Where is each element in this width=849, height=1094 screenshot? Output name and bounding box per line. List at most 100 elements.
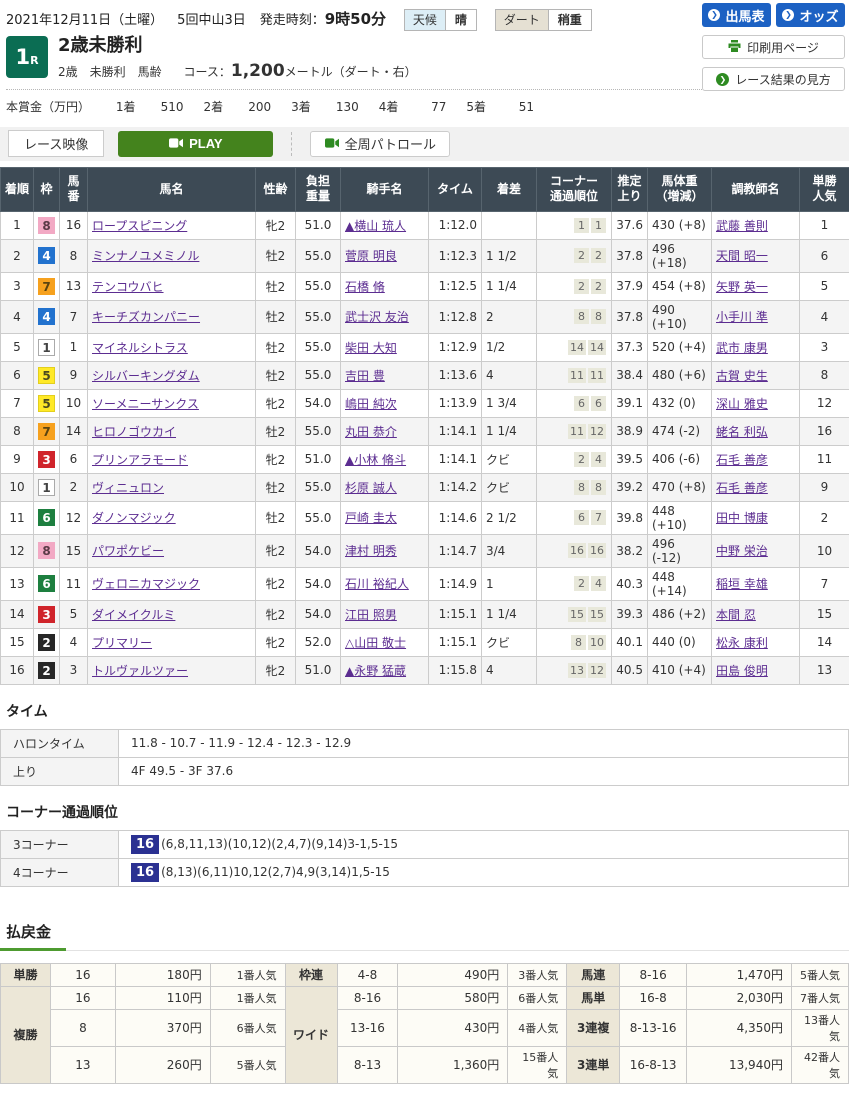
corner-position-chip: 15 <box>588 607 606 622</box>
horse-name-link[interactable]: ロープスピニング <box>92 219 187 233</box>
bet-type-label: 複勝 <box>1 986 51 1083</box>
horse-name-link[interactable]: キーチズカンパニー <box>92 310 200 324</box>
frame-number-chip: 5 <box>38 395 55 412</box>
horse-name-link[interactable]: パワポケビー <box>92 544 164 558</box>
trainer-name-link[interactable]: 石毛 善彦 <box>716 453 768 467</box>
frame-cell: 4 <box>34 300 60 333</box>
time-row: 上り4F 49.5 - 3F 37.6 <box>1 757 849 785</box>
trainer-name-link[interactable]: 蛯名 利弘 <box>716 425 768 439</box>
estimated-agari: 40.5 <box>612 656 648 684</box>
horse-name-link[interactable]: ダノンマジック <box>92 511 176 525</box>
jockey-cell: 杉原 誠人 <box>341 473 429 501</box>
margin: 1 3/4 <box>482 389 537 417</box>
horse-number: 9 <box>60 361 88 389</box>
payout-combination: 8-13-16 <box>620 1009 687 1046</box>
jockey-name-link[interactable]: 杉原 誠人 <box>345 481 397 495</box>
sex-age: 牝2 <box>256 628 296 656</box>
horse-name-link[interactable]: ダイメイクルミ <box>92 608 175 622</box>
win-favorite-rank: 13 <box>800 656 849 684</box>
jockey-name-link[interactable]: 嶋田 純次 <box>345 397 397 411</box>
trainer-name-link[interactable]: 石毛 善彦 <box>716 481 768 495</box>
finish-position: 9 <box>1 445 34 473</box>
horse-body-weight: 440 (0) <box>648 628 712 656</box>
play-button[interactable]: PLAY <box>118 131 273 157</box>
jockey-name-link[interactable]: 石川 裕紀人 <box>345 577 409 591</box>
horse-name-link[interactable]: トルヴァルツァー <box>92 664 188 678</box>
jockey-name-link[interactable]: 石橋 脩 <box>345 280 385 294</box>
entries-button[interactable]: ❯ 出馬表 <box>702 3 771 27</box>
patrol-video-button[interactable]: 全周パトロール <box>310 131 450 157</box>
horse-name-cell: プリンアラモード <box>88 445 256 473</box>
start-time-label: 発走時刻： <box>260 13 325 28</box>
column-header: 着差 <box>482 167 537 211</box>
jockey-name-link[interactable]: 吉田 豊 <box>345 369 385 383</box>
meeting-info: 5回中山3日 <box>177 9 246 28</box>
estimated-agari: 37.8 <box>612 239 648 272</box>
result-guide-button[interactable]: ❯ レース結果の見方 <box>702 67 845 91</box>
trainer-name-link[interactable]: 稲垣 幸雄 <box>716 577 768 591</box>
race-date: 2021年12月11日（土曜） <box>6 9 163 28</box>
margin: 3/4 <box>482 534 537 567</box>
horse-name-link[interactable]: ヴィニュロン <box>92 481 164 495</box>
carried-weight: 55.0 <box>296 333 341 361</box>
corner-position-chip: 12 <box>588 424 606 439</box>
horse-name-link[interactable]: プリンアラモード <box>92 453 188 467</box>
print-page-button[interactable]: 印刷用ページ <box>702 35 845 59</box>
time-section-title: タイム <box>6 701 849 721</box>
trainer-name-link[interactable]: 田島 俊明 <box>716 664 768 678</box>
bet-type-label: 3連単 <box>567 1046 620 1083</box>
jockey-name-link[interactable]: 武士沢 友治 <box>345 310 409 324</box>
track-label: ダート <box>496 10 549 30</box>
trainer-name-link[interactable]: 武藤 善則 <box>716 219 768 233</box>
trainer-name-link[interactable]: 天間 昭一 <box>716 249 768 263</box>
frame-cell: 1 <box>34 473 60 501</box>
jockey-cell: 嶋田 純次 <box>341 389 429 417</box>
horse-name-link[interactable]: ヴェロニカマジック <box>92 577 200 591</box>
trainer-name-link[interactable]: 小手川 準 <box>716 310 768 324</box>
payout-popularity: 6番人気 <box>508 986 567 1009</box>
jockey-name-link[interactable]: 菅原 明良 <box>345 249 397 263</box>
corner-positions-cell: 67 <box>537 501 612 534</box>
margin: クビ <box>482 628 537 656</box>
passing-order: (6,8,11,13)(10,12)(2,4,7)(9,14)3-1,5-15 <box>161 837 398 851</box>
jockey-name-link[interactable]: ▲永野 猛蔵 <box>345 664 406 678</box>
jockey-name-link[interactable]: △山田 敬士 <box>345 636 406 650</box>
jockey-cell: △山田 敬士 <box>341 628 429 656</box>
jockey-name-link[interactable]: 津村 明秀 <box>345 544 397 558</box>
jockey-name-link[interactable]: 江田 照男 <box>345 608 397 622</box>
jockey-name-link[interactable]: 丸田 恭介 <box>345 425 397 439</box>
win-favorite-rank: 8 <box>800 361 849 389</box>
sex-age: 牝2 <box>256 534 296 567</box>
payout-popularity: 3番人気 <box>508 963 567 986</box>
win-favorite-rank: 16 <box>800 417 849 445</box>
result-row: 8714ヒロノゴウカイ牡255.0丸田 恭介1:14.11 1/4111238.… <box>1 417 849 445</box>
trainer-name-link[interactable]: 矢野 英一 <box>716 280 768 294</box>
horse-name-link[interactable]: ヒロノゴウカイ <box>92 425 176 439</box>
trainer-name-link[interactable]: 本間 忍 <box>716 608 756 622</box>
odds-button[interactable]: ❯ オッズ <box>776 3 845 27</box>
frame-cell: 2 <box>34 628 60 656</box>
horse-body-weight: 406 (-6) <box>648 445 712 473</box>
horse-number: 16 <box>60 211 88 239</box>
trainer-name-link[interactable]: 武市 康男 <box>716 341 768 355</box>
trainer-name-link[interactable]: 古賀 史生 <box>716 369 768 383</box>
horse-name-link[interactable]: マイネルシトラス <box>92 341 188 355</box>
horse-name-link[interactable]: プリマリー <box>92 636 152 650</box>
trainer-name-link[interactable]: 深山 雅史 <box>716 397 768 411</box>
jockey-name-link[interactable]: ▲横山 琉人 <box>345 219 406 233</box>
margin <box>482 211 537 239</box>
jockey-name-link[interactable]: 柴田 大知 <box>345 341 397 355</box>
prize-place: 1着 <box>116 100 136 114</box>
trainer-name-link[interactable]: 田中 博康 <box>716 511 768 525</box>
horse-name-link[interactable]: ソーメニーサンクス <box>92 397 199 411</box>
trainer-name-link[interactable]: 中野 栄治 <box>716 544 768 558</box>
course-distance: 1,200 <box>231 61 285 81</box>
frame-number-chip: 2 <box>38 662 55 679</box>
horse-number: 12 <box>60 501 88 534</box>
horse-name-link[interactable]: テンコウバヒ <box>92 280 164 294</box>
horse-name-link[interactable]: シルバーキングダム <box>92 369 200 383</box>
horse-name-link[interactable]: ミンナノユメミノル <box>92 249 199 263</box>
jockey-name-link[interactable]: 戸崎 圭太 <box>345 511 397 525</box>
trainer-name-link[interactable]: 松永 康利 <box>716 636 768 650</box>
jockey-name-link[interactable]: ▲小林 脩斗 <box>345 453 406 467</box>
